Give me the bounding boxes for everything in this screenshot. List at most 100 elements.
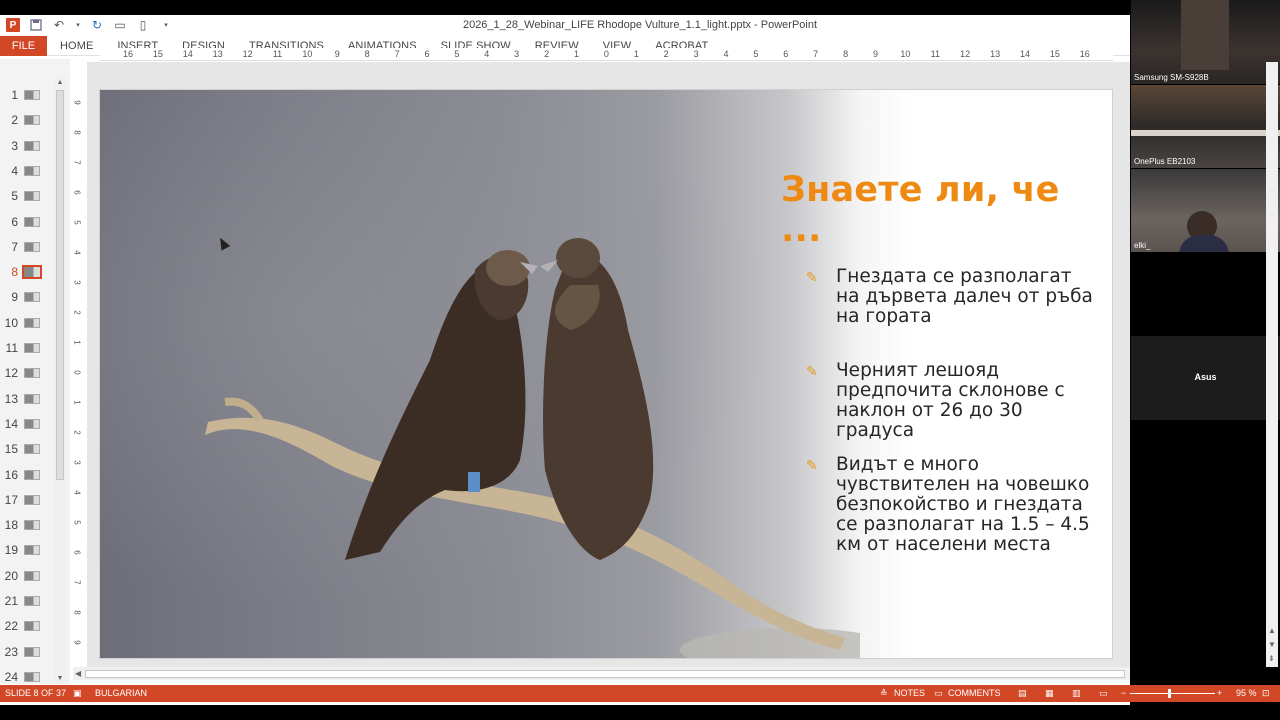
thumbnail-preview (24, 343, 40, 353)
thumbnail-preview (24, 418, 40, 429)
slide-thumbnail[interactable]: 1 (0, 83, 54, 107)
ruler-label: 10 (302, 49, 313, 59)
slide-title[interactable]: Знаете ли, че ... (781, 170, 1112, 250)
thumbnail-number: 9 (11, 290, 18, 305)
notes-button[interactable]: NOTES (894, 688, 925, 698)
zoom-out-button[interactable]: − (1121, 688, 1126, 698)
pencil-icon: ✎ (806, 457, 818, 473)
bullet-text: Гнездата се разполагат на дървета далеч … (836, 266, 1093, 327)
ruler-label: 3 (693, 49, 699, 59)
thumbnail-preview (24, 596, 40, 606)
ruler-label: 6 (72, 550, 82, 555)
person-body (1179, 235, 1229, 252)
slide-thumbnail[interactable]: 6 (0, 210, 54, 234)
scrollbar-thumb[interactable] (56, 90, 64, 480)
vertical-scrollbar[interactable]: ▲ ▼ ⇟ (1266, 62, 1278, 667)
ruler-label: 15 (1049, 49, 1060, 59)
participant-name: elki_ (1134, 241, 1151, 250)
thumbnail-number: 1 (11, 88, 18, 102)
zoom-level[interactable]: 95 % (1236, 688, 1257, 698)
reading-view-icon[interactable]: ▥ (1072, 688, 1081, 699)
ruler-label: 3 (72, 460, 82, 465)
zoom-slider-handle[interactable] (1168, 689, 1171, 698)
slide-thumbnail[interactable]: 20 (0, 564, 54, 588)
thumbnail-preview (24, 216, 40, 227)
slide-thumbnail[interactable]: 7 (0, 235, 54, 259)
slide-thumbnail[interactable]: 10 (0, 311, 54, 335)
slide-thumbnail[interactable]: 5 (0, 184, 54, 208)
slide-thumbnail[interactable]: 21 (0, 589, 54, 613)
language-indicator[interactable]: BULGARIAN (95, 688, 147, 698)
participant-video[interactable]: Samsung SM-S928B (1131, 0, 1280, 84)
slide-thumbnail[interactable]: 3 (0, 134, 54, 158)
slide-thumbnail[interactable]: 18 (0, 513, 54, 537)
tab-home[interactable]: HOME (60, 40, 93, 52)
thumbnail-number: 19 (4, 543, 18, 558)
thumbnail-preview (22, 265, 42, 280)
vultures-photo (205, 238, 860, 658)
ruler-label: 7 (72, 580, 82, 585)
thumbnail-number: 4 (11, 163, 18, 178)
slide-thumbnail[interactable]: 13 (0, 387, 54, 411)
bullet-item[interactable]: ✎ Видът е много чувствителен на човешко … (806, 455, 1096, 555)
slide-thumbnail[interactable]: 22 (0, 614, 54, 638)
participant-video[interactable]: OnePlus EB2103 (1131, 85, 1280, 168)
ruler-label: 16 (122, 49, 134, 59)
comments-icon[interactable]: ▭ (934, 688, 943, 699)
slide-thumbnail[interactable]: 8 (0, 260, 54, 284)
thumbnail-number: 3 (11, 138, 18, 153)
ruler-label: 5 (72, 220, 82, 225)
fit-slide-icon[interactable]: ⊡ (1262, 688, 1270, 699)
zoom-in-button[interactable]: + (1217, 688, 1222, 698)
ruler-label: 1 (72, 400, 82, 405)
slide-thumbnail[interactable]: 2 (0, 108, 54, 132)
next-slide-icon[interactable]: ⇟ (1268, 654, 1275, 663)
thumbnail-preview (24, 545, 40, 556)
ruler-label: 4 (72, 490, 82, 495)
bullet-item[interactable]: ✎ Гнездата се разполагат на дървета дале… (806, 267, 1096, 327)
slide-thumbnail[interactable]: 16 (0, 463, 54, 487)
participant-video[interactable]: Asus (1131, 336, 1280, 420)
notes-icon[interactable]: ≙ (880, 688, 888, 699)
slide-thumbnail[interactable]: 11 (0, 336, 54, 360)
slide-thumbnail[interactable]: 17 (0, 488, 54, 512)
thumbnail-number: 20 (4, 568, 18, 583)
slide-thumbnail[interactable]: 12 (0, 361, 54, 385)
normal-view-icon[interactable]: ▤ (1018, 688, 1027, 699)
participant-name: Samsung SM-S928B (1134, 73, 1209, 82)
scroll-up-icon[interactable]: ▲ (1268, 626, 1276, 635)
slideshow-view-icon[interactable]: ▭ (1099, 688, 1108, 699)
spellcheck-icon[interactable]: ▣ (73, 688, 82, 699)
slide-thumbnail[interactable]: 4 (0, 159, 54, 183)
ruler-label: 9 (72, 640, 82, 645)
ruler-label: 3 (72, 280, 82, 285)
bullet-item[interactable]: ✎ Черният лешояд предпочита склонове с н… (806, 361, 1096, 441)
bullet-text: Черният лешояд предпочита склонове с нак… (836, 360, 1065, 441)
file-tab[interactable]: FILE (0, 36, 47, 56)
slide-thumbnail[interactable]: 19 (0, 538, 54, 562)
participant-video[interactable]: elki_ (1131, 169, 1280, 252)
thumbnail-number: 12 (4, 366, 18, 381)
slide-canvas[interactable]: Знаете ли, че ... ✎ Гнездата се разполаг… (99, 89, 1113, 659)
slide-thumbnail[interactable]: 9 (0, 285, 54, 309)
comments-button[interactable]: COMMENTS (948, 688, 1001, 698)
ruler-label: 16 (1079, 49, 1090, 59)
thumbnail-number: 13 (4, 391, 18, 406)
scroll-left-icon[interactable]: ◀ (75, 669, 81, 678)
thumbnails-scrollbar[interactable]: ▲ ▼ (54, 78, 66, 684)
ruler-label: 1 (573, 49, 580, 59)
thumbnail-number: 16 (4, 467, 18, 482)
ruler-label: 15 (152, 49, 163, 59)
scrollbar-thumb[interactable] (85, 670, 1125, 678)
horizontal-scrollbar[interactable]: ◀ (73, 667, 1130, 680)
slide-thumbnail[interactable]: 14 (0, 412, 54, 436)
slide-sorter-icon[interactable]: ▦ (1045, 688, 1054, 699)
slide-thumbnail[interactable]: 23 (0, 640, 54, 664)
zoom-slider[interactable] (1130, 693, 1215, 694)
scroll-up-icon[interactable]: ▲ (56, 79, 64, 87)
ruler-label: 7 (72, 160, 82, 165)
scroll-down-icon[interactable]: ▼ (56, 675, 64, 683)
ruler-label: 3 (514, 49, 520, 59)
slide-thumbnail[interactable]: 15 (0, 437, 54, 461)
scroll-down-icon[interactable]: ▼ (1268, 640, 1276, 649)
